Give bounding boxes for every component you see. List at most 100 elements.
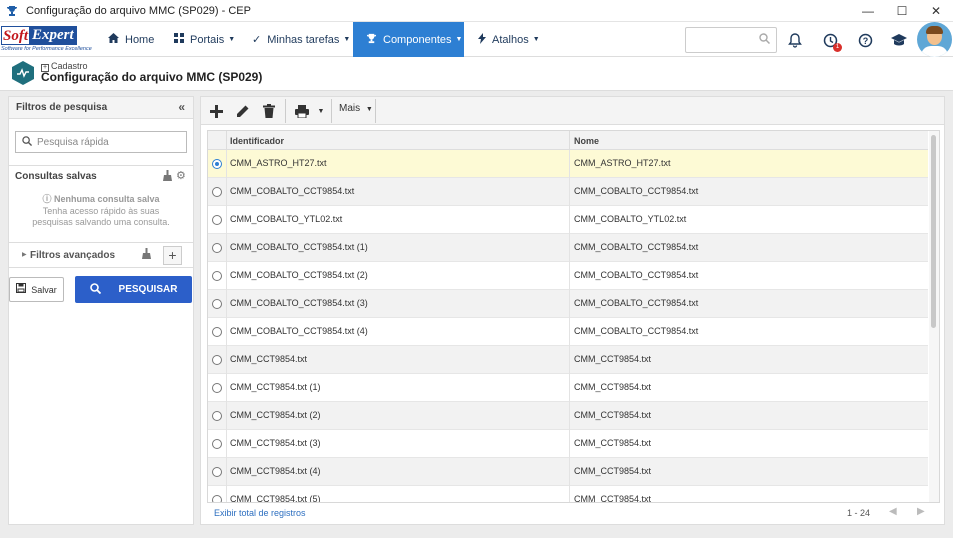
nav-portais[interactable]: Portais ▼: [174, 22, 235, 57]
cell-nome: CMM_COBALTO_CCT9854.txt: [574, 270, 699, 280]
avatar[interactable]: [917, 22, 952, 57]
row-radio[interactable]: [212, 439, 222, 449]
table-row[interactable]: CMM_CCT9854.txt (4) CMM_CCT9854.txt: [208, 458, 928, 486]
help-icon[interactable]: ?: [856, 31, 874, 49]
close-icon[interactable]: ✕: [919, 0, 953, 22]
next-page-icon[interactable]: ▶: [917, 506, 925, 517]
search-button-label: PESQUISAR: [118, 284, 178, 295]
cell-identificador: CMM_CCT9854.txt (4): [230, 466, 321, 476]
row-radio[interactable]: [212, 495, 222, 502]
row-radio[interactable]: [212, 215, 222, 225]
bell-icon[interactable]: [786, 31, 804, 49]
more-menu[interactable]: Mais ▼: [339, 103, 373, 114]
table-row[interactable]: CMM_ASTRO_HT27.txt CMM_ASTRO_HT27.txt: [208, 150, 928, 178]
table-row[interactable]: CMM_COBALTO_YTL02.txt CMM_COBALTO_YTL02.t…: [208, 206, 928, 234]
broom-icon[interactable]: [163, 170, 172, 184]
nav-minhas-tarefas[interactable]: ✓ Minhas tarefas ▼: [252, 22, 350, 57]
advanced-filters-section[interactable]: ▶ Filtros avançados +: [9, 242, 193, 268]
cell-nome: CMM_ASTRO_HT27.txt: [574, 158, 671, 168]
table-row[interactable]: CMM_COBALTO_CCT9854.txt (1) CMM_COBALTO_C…: [208, 234, 928, 262]
row-radio[interactable]: [212, 383, 222, 393]
clock-icon[interactable]: 1: [821, 31, 842, 52]
chevron-down-icon: ▼: [343, 36, 351, 43]
row-radio[interactable]: [212, 299, 222, 309]
scrollbar-thumb[interactable]: [931, 135, 936, 328]
top-navigation: Soft Expert Software for Performance Exc…: [0, 22, 953, 57]
minimize-icon[interactable]: —: [851, 0, 885, 22]
nav-home[interactable]: Home: [108, 22, 154, 57]
chevron-down-icon[interactable]: ▼: [316, 101, 326, 121]
collapse-icon[interactable]: «: [178, 100, 185, 114]
chevron-down-icon: ▼: [455, 36, 463, 43]
row-radio[interactable]: [212, 159, 222, 169]
edit-icon[interactable]: [231, 101, 253, 121]
table-row[interactable]: CMM_CCT9854.txt (2) CMM_CCT9854.txt: [208, 402, 928, 430]
broom-icon[interactable]: [142, 248, 151, 262]
table-row[interactable]: CMM_COBALTO_CCT9854.txt (3) CMM_COBALTO_C…: [208, 290, 928, 318]
nav-componentes[interactable]: Componentes ▼: [353, 22, 464, 57]
toolbar-separator: [285, 99, 286, 123]
save-button[interactable]: Salvar: [9, 277, 64, 302]
nav-home-label: Home: [125, 33, 155, 46]
trash-icon[interactable]: [258, 101, 280, 121]
row-radio[interactable]: [212, 467, 222, 477]
table-row[interactable]: CMM_CCT9854.txt (3) CMM_CCT9854.txt: [208, 430, 928, 458]
toolbar-separator: [375, 99, 376, 123]
global-search-input[interactable]: [685, 27, 777, 53]
cell-identificador: CMM_COBALTO_CCT9854.txt: [230, 186, 355, 196]
add-icon[interactable]: [205, 101, 227, 121]
window-titlebar: Configuração do arquivo MMC (SP029) - CE…: [0, 0, 953, 22]
cell-identificador: CMM_COBALTO_CCT9854.txt (3): [230, 298, 368, 308]
table-row[interactable]: CMM_CCT9854.txt (1) CMM_CCT9854.txt: [208, 374, 928, 402]
print-icon[interactable]: [291, 101, 313, 121]
svg-text:?: ?: [862, 36, 868, 46]
quick-search-input[interactable]: Pesquisa rápida: [15, 131, 187, 153]
softexpert-logo[interactable]: Soft Expert Software for Performance Exc…: [1, 26, 93, 54]
row-radio[interactable]: [212, 355, 222, 365]
nav-portais-label: Portais: [190, 33, 225, 46]
row-radio[interactable]: [212, 327, 222, 337]
column-header-identificador[interactable]: Identificador: [230, 136, 284, 146]
row-radio[interactable]: [212, 187, 222, 197]
cell-nome: CMM_CCT9854.txt: [574, 494, 652, 503]
cell-nome: CMM_CCT9854.txt: [574, 382, 652, 392]
row-radio[interactable]: [212, 271, 222, 281]
cell-nome: CMM_CCT9854.txt: [574, 438, 652, 448]
page-title: Configuração do arquivo MMC (SP029): [41, 70, 263, 84]
table-row[interactable]: CMM_COBALTO_CCT9854.txt (2) CMM_COBALTO_C…: [208, 262, 928, 290]
cell-identificador: CMM_ASTRO_HT27.txt: [230, 158, 327, 168]
cell-nome: CMM_COBALTO_CCT9854.txt: [574, 298, 699, 308]
table-row[interactable]: CMM_CCT9854.txt CMM_CCT9854.txt: [208, 346, 928, 374]
cell-identificador: CMM_CCT9854.txt (2): [230, 410, 321, 420]
table-row[interactable]: CMM_COBALTO_CCT9854.txt CMM_COBALTO_CCT98…: [208, 178, 928, 206]
maximize-icon[interactable]: ☐: [885, 0, 919, 22]
logo-soft-text: Soft: [1, 26, 30, 45]
cell-nome: CMM_COBALTO_CCT9854.txt: [574, 242, 699, 252]
add-filter-button[interactable]: +: [163, 246, 182, 265]
trophy-icon: [366, 33, 377, 47]
previous-page-icon[interactable]: ◀: [889, 506, 897, 517]
table-row[interactable]: CMM_COBALTO_CCT9854.txt (4) CMM_COBALTO_C…: [208, 318, 928, 346]
gear-icon[interactable]: ⚙: [176, 169, 186, 182]
row-radio[interactable]: [212, 411, 222, 421]
chevron-down-icon: ▼: [532, 36, 540, 43]
empty-saved-title-text: Nenhuma consulta salva: [53, 194, 160, 204]
cell-identificador: CMM_CCT9854.txt: [230, 354, 308, 364]
chevron-right-icon: ▶: [22, 252, 27, 258]
toolbar: ▼ Mais ▼: [201, 97, 944, 125]
saved-queries-section: Consultas salvas ⚙ ⓘ Nenhuma consulta sa…: [9, 165, 193, 235]
filters-title: Filtros de pesquisa: [16, 102, 108, 113]
show-total-records-link[interactable]: Exibir total de registros: [214, 508, 306, 518]
table-header: Identificador Nome: [208, 131, 928, 150]
vertical-scrollbar[interactable]: [929, 131, 939, 502]
info-icon: ⓘ: [42, 194, 52, 204]
cell-identificador: CMM_CCT9854.txt (3): [230, 438, 321, 448]
nav-atalhos[interactable]: Atalhos ▼: [478, 22, 540, 57]
save-button-label: Salvar: [31, 284, 57, 295]
column-header-nome[interactable]: Nome: [574, 136, 599, 146]
row-radio[interactable]: [212, 243, 222, 253]
graduation-icon[interactable]: [890, 31, 908, 49]
search-button[interactable]: PESQUISAR: [75, 276, 192, 303]
chevron-down-icon: ▼: [365, 106, 373, 113]
table-row[interactable]: CMM_CCT9854.txt (5) CMM_CCT9854.txt: [208, 486, 928, 503]
